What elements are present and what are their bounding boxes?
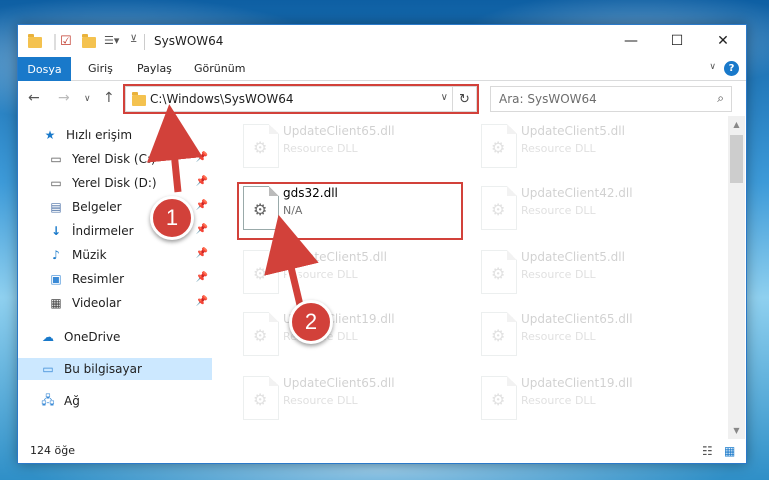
step-1-badge: 1 [150, 196, 194, 240]
step-2-badge: 2 [289, 300, 333, 344]
callout-arrows [146, 104, 319, 307]
